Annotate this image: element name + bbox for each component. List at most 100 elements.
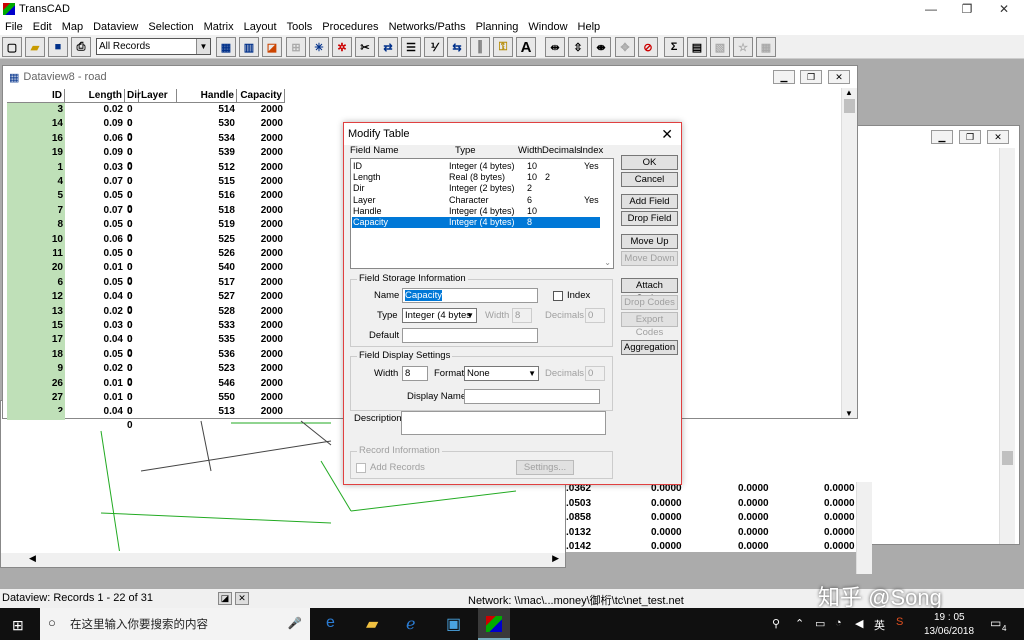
table-row[interactable]: 18 0.05 0 0 536 2000 xyxy=(7,347,285,374)
table-cell[interactable]: 12 xyxy=(7,290,65,305)
table-cell[interactable]: 514 xyxy=(177,103,237,117)
table-cell[interactable]: 0 0 xyxy=(125,276,139,302)
dataview-close-icon[interactable]: ✕ xyxy=(828,70,850,84)
volume-icon[interactable]: ◀ xyxy=(855,617,863,630)
table-cell[interactable]: 2000 xyxy=(237,405,285,419)
table-row[interactable]: 5 0.05 0 0 516 2000 xyxy=(7,189,285,215)
table-cell[interactable]: 516 xyxy=(177,189,237,203)
table-cell[interactable]: 525 xyxy=(177,233,237,247)
clock-date[interactable]: 13/06/2018 xyxy=(924,626,974,637)
display-decimals-input[interactable]: 0 xyxy=(585,366,605,381)
listbox-down-icon[interactable]: ⌄ xyxy=(604,258,611,267)
star-icon[interactable]: ☆ xyxy=(733,37,753,57)
menu-tools[interactable]: Tools xyxy=(282,21,318,33)
table-cell[interactable]: 0.03 xyxy=(65,161,125,175)
table-cell[interactable]: 2000 xyxy=(237,333,285,347)
chart-tool-icon[interactable]: ▧ xyxy=(710,37,730,57)
table-cell[interactable]: 530 xyxy=(177,117,237,131)
table-cell[interactable] xyxy=(139,391,177,405)
table-cell[interactable]: 0 0 xyxy=(125,189,139,215)
move-tool-icon[interactable]: ✥ xyxy=(615,37,635,57)
menu-procedures[interactable]: Procedures xyxy=(317,21,383,33)
dataview-scroll-thumb[interactable] xyxy=(844,99,855,113)
table-cell[interactable]: 6 xyxy=(7,275,65,291)
table-cell[interactable]: 8 xyxy=(7,218,65,233)
table-cell[interactable]: 0 0 xyxy=(125,305,139,331)
table-row[interactable]: 13 0.02 0 0 528 2000 xyxy=(7,304,285,331)
table-cell[interactable]: 0.05 xyxy=(65,218,125,232)
lock-icon[interactable]: ⚿ xyxy=(493,37,513,57)
table-cell[interactable]: 0.01 xyxy=(65,377,125,391)
table-cell[interactable]: 0.03 xyxy=(65,319,125,333)
text-tool-icon[interactable]: A xyxy=(516,37,536,57)
menu-selection[interactable]: Selection xyxy=(143,21,198,33)
table-cell[interactable] xyxy=(139,348,177,362)
table-row[interactable]: 20 0.01 0 0 540 2000 xyxy=(7,261,285,287)
table-cell[interactable]: 512 xyxy=(177,161,237,175)
col-id[interactable]: ID xyxy=(7,89,65,103)
close-button[interactable]: ✕ xyxy=(986,0,1022,18)
form-icon[interactable]: ▤ xyxy=(687,37,707,57)
distribute-icon[interactable]: ⇼ xyxy=(591,37,611,57)
table-cell[interactable]: 2000 xyxy=(237,204,285,218)
table-cell[interactable]: 0 0 xyxy=(125,132,139,158)
table-cell[interactable]: 0 0 xyxy=(125,175,139,201)
table-cell[interactable]: 534 xyxy=(177,132,237,146)
export-codes-button[interactable]: Export Codes xyxy=(621,312,678,338)
table-cell[interactable]: 0 0 xyxy=(125,161,139,187)
microphone-icon[interactable]: 🎤 xyxy=(288,616,302,630)
table-cell[interactable]: 0.04 xyxy=(65,405,125,419)
table-cell[interactable]: 2000 xyxy=(237,247,285,261)
new-dataview-icon[interactable]: ▦ xyxy=(216,37,236,57)
scroll-left-icon[interactable]: ◀ xyxy=(29,553,36,564)
table-cell[interactable]: 518 xyxy=(177,204,237,218)
table-cell[interactable]: 0.01 xyxy=(65,391,125,405)
store-icon[interactable]: ▣ xyxy=(446,614,461,634)
table-cell[interactable]: 2000 xyxy=(237,233,285,247)
table-row[interactable]: 1 0.03 0 0 512 2000 xyxy=(7,160,285,187)
table-cell[interactable]: 0 0 xyxy=(125,333,139,359)
table-cell[interactable]: 7 xyxy=(7,203,65,219)
field-list-item[interactable]: Handle Integer (4 bytes) 10 xyxy=(352,206,600,217)
table-cell[interactable]: 2000 xyxy=(237,290,285,304)
table-row[interactable]: 7 0.07 0 0 518 2000 xyxy=(7,203,285,230)
table-cell[interactable]: 2000 xyxy=(237,132,285,146)
layout-grid-icon[interactable]: ▦ xyxy=(756,37,776,57)
description-input[interactable] xyxy=(401,411,606,435)
table-cell[interactable]: 2000 xyxy=(237,175,285,189)
dropdown-arrow-icon[interactable]: ▼ xyxy=(196,39,210,54)
menu-file[interactable]: File xyxy=(0,21,28,33)
cancel-button[interactable]: Cancel xyxy=(621,172,678,187)
align-vertical-icon[interactable]: ⇳ xyxy=(568,37,588,57)
back-minimize-icon[interactable]: ▁ xyxy=(931,130,953,144)
back-table-scrollbar[interactable] xyxy=(856,482,872,574)
chart-icon[interactable]: ▥ xyxy=(239,37,259,57)
menu-edit[interactable]: Edit xyxy=(28,21,57,33)
grid-tool-icon[interactable]: ⊞ xyxy=(286,37,306,57)
table-cell[interactable]: 0.05 xyxy=(65,348,125,362)
back-vertical-scrollbar[interactable] xyxy=(999,148,1015,544)
status-map-icon[interactable]: ◪ xyxy=(218,592,232,605)
table-row[interactable]: 10 0.06 0 0 525 2000 xyxy=(7,232,285,259)
name-input[interactable]: Capacity xyxy=(402,288,538,303)
scissors-icon[interactable]: ✂ xyxy=(355,37,375,57)
table-tool-icon[interactable]: ☰ xyxy=(401,37,421,57)
sogou-s-icon[interactable]: S xyxy=(896,616,903,628)
dialog-close-icon[interactable]: ✕ xyxy=(661,126,673,143)
table-cell[interactable]: 2000 xyxy=(237,161,285,175)
table-cell[interactable]: 4 xyxy=(7,175,65,190)
table-cell[interactable] xyxy=(139,233,177,247)
menu-matrix[interactable]: Matrix xyxy=(199,21,239,33)
col-length[interactable]: Length xyxy=(65,89,125,103)
field-listbox[interactable]: ID Integer (4 bytes) 10 Yes Length Real (8 by… xyxy=(350,158,614,269)
table-cell[interactable]: 0.07 xyxy=(65,175,125,189)
table-cell[interactable]: 0 0 xyxy=(125,117,139,143)
menu-map[interactable]: Map xyxy=(57,21,88,33)
menu-window[interactable]: Window xyxy=(523,21,572,33)
file-explorer-icon[interactable]: ▰ xyxy=(366,614,378,634)
menu-planning[interactable]: Planning xyxy=(471,21,524,33)
table-cell[interactable]: 11 xyxy=(7,247,65,262)
field-list-item[interactable]: Length Real (8 bytes) 10 2 xyxy=(352,172,600,183)
table-cell[interactable]: 5 xyxy=(7,189,65,204)
table-cell[interactable]: 513 xyxy=(177,405,237,419)
